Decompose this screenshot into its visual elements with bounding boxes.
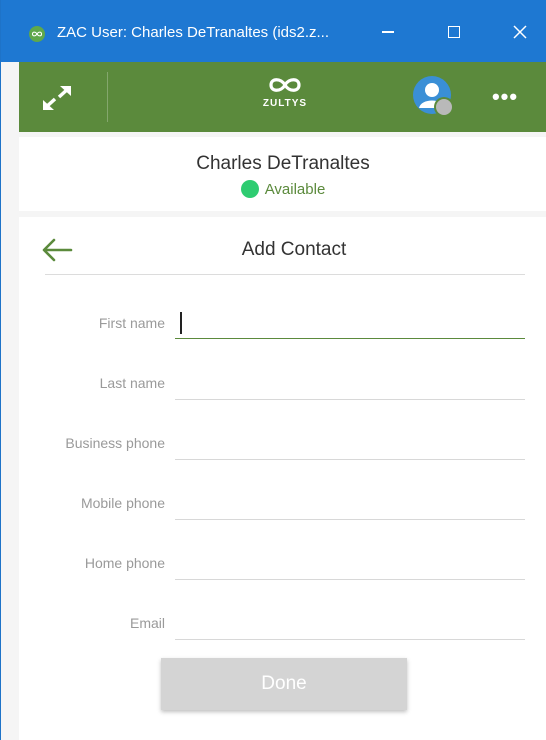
user-avatar-button[interactable] — [413, 76, 455, 118]
business-phone-field[interactable] — [175, 430, 525, 460]
page-title: Add Contact — [241, 239, 347, 260]
business-phone-label: Business phone — [65, 435, 165, 451]
app-toolbar: ZULTYS ••• — [19, 62, 546, 132]
last-name-field[interactable] — [175, 370, 525, 400]
user-header: Charles DeTranaltes Available — [19, 137, 546, 211]
zac-app-icon — [29, 26, 45, 42]
minimize-icon — [382, 31, 394, 33]
home-phone-field[interactable] — [175, 550, 525, 580]
zultys-logo: ZULTYS — [255, 74, 315, 120]
more-icon: ••• — [491, 84, 519, 109]
presence-status[interactable]: Available — [19, 180, 546, 198]
close-button[interactable] — [497, 12, 543, 52]
expand-icon — [43, 86, 71, 110]
done-button[interactable]: Done — [161, 658, 407, 710]
app-window: ZAC User: Charles DeTranaltes (ids2.z...… — [0, 0, 546, 740]
expand-button[interactable] — [37, 80, 77, 116]
user-name: Charles DeTranaltes — [196, 153, 370, 174]
maximize-icon — [448, 26, 460, 38]
toolbar-divider — [107, 72, 108, 122]
zultys-logo-icon — [269, 78, 301, 92]
more-options-button[interactable]: ••• — [485, 84, 525, 110]
mobile-phone-label: Mobile phone — [80, 495, 165, 511]
window-titlebar[interactable]: ZAC User: Charles DeTranaltes (ids2.z... — [1, 0, 546, 62]
close-icon — [513, 25, 527, 39]
email-label: Email — [129, 615, 165, 631]
minimize-button[interactable] — [365, 12, 411, 52]
mobile-phone-field[interactable] — [175, 490, 525, 520]
status-dot-icon — [240, 180, 259, 198]
title-divider — [45, 274, 525, 275]
last-name-label: Last name — [99, 375, 165, 391]
text-caret — [180, 312, 182, 334]
brand-text: ZULTYS — [262, 98, 308, 109]
home-phone-label: Home phone — [84, 555, 165, 571]
avatar-icon — [413, 76, 454, 117]
window-title: ZAC User: Charles DeTranaltes (ids2.z... — [57, 24, 330, 41]
status-text: Available — [264, 180, 326, 198]
first-name-field[interactable] — [175, 309, 525, 339]
email-field[interactable] — [175, 610, 525, 640]
maximize-button[interactable] — [431, 12, 477, 52]
add-contact-panel: Add Contact First name Last name Busines… — [19, 217, 546, 740]
first-name-label: First name — [98, 315, 165, 331]
